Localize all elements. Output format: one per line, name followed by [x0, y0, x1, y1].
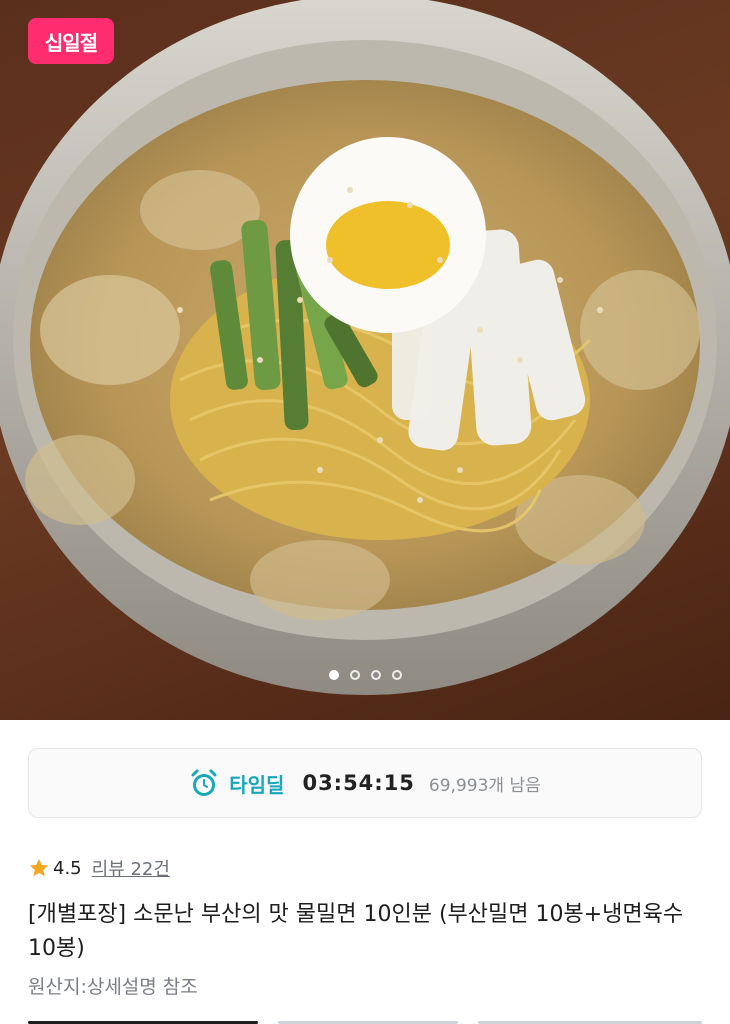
star-icon [29, 858, 49, 877]
sale-event-badge: 십일절 [28, 18, 114, 64]
product-image-carousel[interactable]: 십일절 [0, 0, 730, 720]
option-tabs-edge [0, 1019, 730, 1024]
product-image [0, 0, 730, 695]
review-count-link[interactable]: 리뷰 22건 [92, 855, 170, 881]
carousel-dot[interactable] [370, 670, 381, 680]
carousel-dot[interactable] [349, 670, 360, 680]
product-title: [개별포장] 소문난 부산의 맛 물밀면 10인분 (부산밀면 10봉+냉면육수… [28, 902, 684, 961]
timedeal-countdown: 03:54:15 [302, 771, 415, 795]
remaining-stock: 69,993개 남음 [428, 775, 541, 796]
carousel-indicator [0, 670, 730, 680]
origin-info: 원산지:상세설명 참조 [28, 976, 198, 998]
timedeal-banner: 타임딜 03:54:15 69,993개 남음 [28, 748, 702, 818]
alarm-clock-icon [191, 769, 217, 796]
timedeal-label: 타임딜 [229, 772, 285, 797]
carousel-dot[interactable] [391, 670, 402, 680]
rating-row: 4.5 리뷰 22건 [28, 854, 170, 882]
carousel-dot[interactable] [328, 670, 339, 680]
rating-value: 4.5 [53, 857, 82, 879]
product-detail-page: 십일절 타임딜 03:54:15 69,993개 남음 4.5 리뷰 22건 [… [0, 0, 730, 1024]
